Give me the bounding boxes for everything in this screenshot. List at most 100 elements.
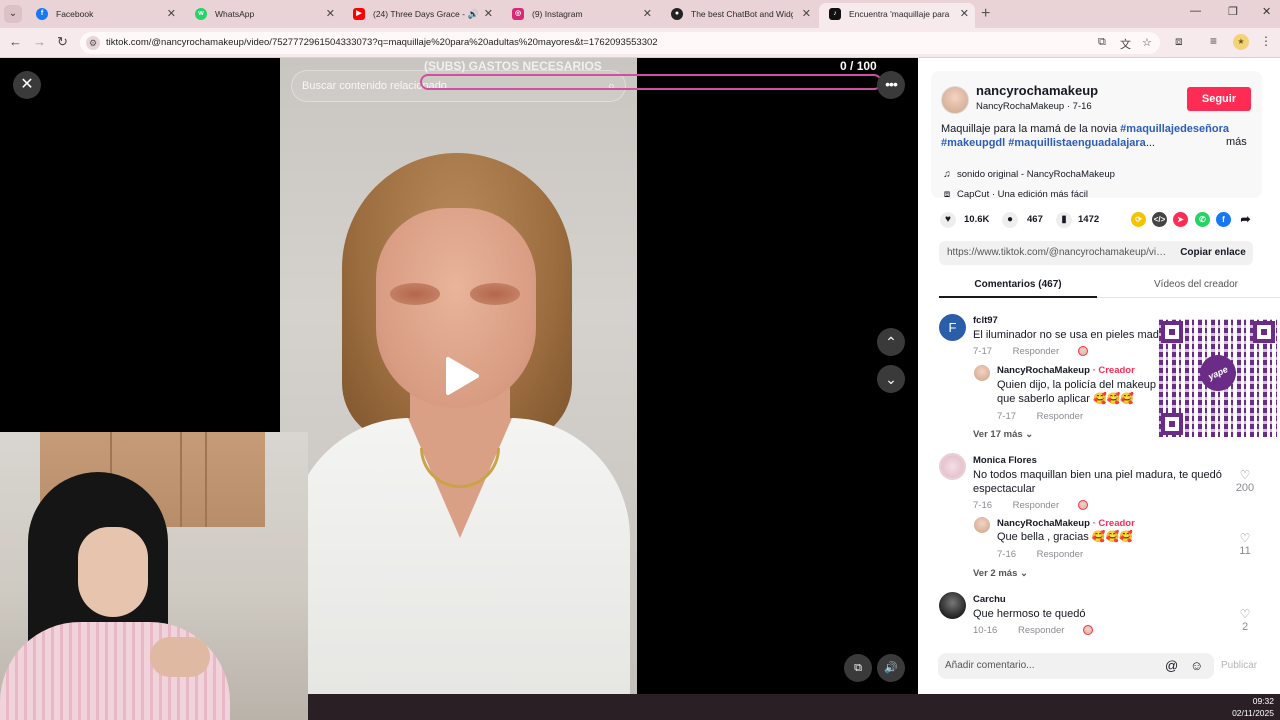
address-bar[interactable]: ⚙ tiktok.com/@nancyrochamakeup/video/752… <box>80 32 1160 54</box>
reply-avatar[interactable] <box>974 517 990 533</box>
reply-username[interactable]: NancyRochaMakeup · Creador <box>997 518 1135 529</box>
hashtag-link[interactable]: #makeupgdl <box>941 137 1005 149</box>
reply-button[interactable]: Responder <box>1037 549 1083 560</box>
reply-like[interactable]: ♡ 11 <box>1234 532 1256 558</box>
extensions-icon[interactable]: ⧈ <box>1175 34 1183 49</box>
hashtag-link[interactable]: #maquillistaenguadalajara <box>1008 137 1146 149</box>
repost-icon[interactable]: ⟳ <box>1131 212 1146 227</box>
heart-icon[interactable]: ♥ <box>940 212 956 228</box>
site-info-icon[interactable]: ⚙ <box>86 36 100 50</box>
embed-icon[interactable]: </> <box>1152 212 1167 227</box>
tab-tiktok[interactable]: ♪ Encuentra 'maquillaje para adu ✕ <box>819 3 975 28</box>
minimize-icon[interactable]: — <box>1190 5 1201 17</box>
reply-button[interactable]: Responder <box>1037 411 1083 422</box>
reply-username[interactable]: NancyRochaMakeup · Creador <box>997 365 1135 376</box>
send-to-friends-icon[interactable]: ➤ <box>1173 212 1188 227</box>
more-description-link[interactable]: más <box>1226 136 1247 148</box>
reply-button[interactable]: Responder <box>1013 346 1059 357</box>
comment-text: El iluminador no se usa en pieles mad <box>973 329 1159 341</box>
facebook-share-icon[interactable]: f <box>1216 212 1231 227</box>
emoji-icon[interactable]: ☺ <box>1190 658 1203 674</box>
tab-youtube[interactable]: ▶ (24) Three Days Grace - I H 🔊 ✕ <box>343 4 499 24</box>
install-app-icon[interactable]: ⧉ <box>1098 36 1106 49</box>
creator-liked-icon <box>1083 625 1094 636</box>
reload-icon[interactable]: ↻ <box>57 34 68 50</box>
tab-facebook[interactable]: f Facebook ✕ <box>26 4 182 24</box>
restore-icon[interactable]: ❐ <box>1228 5 1238 18</box>
menu-dots-icon[interactable]: ⋮ <box>1260 34 1272 48</box>
comment-username[interactable]: fclt97 <box>973 315 998 326</box>
bookmark-icon[interactable]: ▮ <box>1056 212 1072 228</box>
close-video-button[interactable]: ✕ <box>13 71 41 99</box>
mention-icon[interactable]: @ <box>1165 658 1178 674</box>
close-tab-icon[interactable]: ✕ <box>326 4 335 24</box>
whatsapp-icon: w <box>195 8 207 20</box>
reply-avatar[interactable] <box>974 365 990 381</box>
back-icon[interactable]: ← <box>9 34 22 50</box>
tab-creator-videos[interactable]: Vídeos del creador <box>1117 272 1275 298</box>
volume-icon[interactable]: 🔊 <box>877 654 905 682</box>
hashtag-link[interactable]: #maquillajedeseñora <box>1120 123 1229 135</box>
close-tab-icon[interactable]: ✕ <box>643 4 652 24</box>
next-video-button[interactable]: ⌄ <box>877 365 905 393</box>
comment-username[interactable]: Carchu <box>973 594 1006 605</box>
share-link-text[interactable]: https://www.tiktok.com/@nancyrochamakeup… <box>947 241 1169 265</box>
follow-button[interactable]: Seguir <box>1187 87 1251 111</box>
play-icon[interactable] <box>444 356 480 396</box>
whatsapp-share-icon[interactable]: ✆ <box>1195 212 1210 227</box>
view-more-replies[interactable]: Ver 17 más ⌄ <box>973 429 1033 440</box>
reply-user[interactable]: NancyRochaMakeup <box>997 365 1090 376</box>
view-more-replies[interactable]: Ver 2 más ⌄ <box>973 568 1028 579</box>
bookmark-star-icon[interactable]: ☆ <box>1142 36 1152 49</box>
screen: ⌄ f Facebook ✕ w WhatsApp ✕ ▶ (24) Three… <box>0 0 1280 720</box>
new-tab-icon[interactable]: + <box>981 4 990 24</box>
comment-icon[interactable]: ● <box>1002 212 1018 228</box>
media-control-icon[interactable]: ≡ <box>1210 34 1217 48</box>
tab-chatbot[interactable]: ● The best ChatBot and Widgets ✕ <box>661 4 817 24</box>
copy-link-button[interactable]: Copiar enlace <box>1173 241 1253 265</box>
forward-icon[interactable]: → <box>33 34 46 50</box>
sound-row[interactable]: ♫ sonido original - NancyRochaMakeup <box>941 169 1115 181</box>
close-window-icon[interactable]: ✕ <box>1262 5 1271 18</box>
close-tab-icon[interactable]: ✕ <box>960 3 969 25</box>
previous-video-button[interactable]: ⌃ <box>877 328 905 356</box>
close-tab-icon[interactable]: ✕ <box>802 4 811 24</box>
tab-search-icon[interactable]: ⌄ <box>4 5 22 23</box>
reply-text: Quien dijo, la policía del makeup que sa… <box>997 379 1156 405</box>
comment-avatar[interactable] <box>939 453 966 480</box>
comment-meta: 10-16 Responder <box>973 625 1094 636</box>
heart-outline-icon[interactable]: ♡ <box>1234 532 1256 545</box>
taskbar-clock[interactable]: 09:32 02/11/2025 <box>1232 695 1274 719</box>
close-tab-icon[interactable]: ✕ <box>484 4 493 24</box>
heart-outline-icon[interactable]: ♡ <box>1234 608 1256 621</box>
comment-like[interactable]: ♡ 2 <box>1234 608 1256 634</box>
reply-user[interactable]: NancyRochaMakeup <box>997 518 1090 529</box>
floating-player-icon[interactable]: ⧉ <box>844 654 872 682</box>
author-avatar[interactable] <box>941 86 969 114</box>
reply-button[interactable]: Responder <box>1018 625 1064 636</box>
tab-whatsapp[interactable]: w WhatsApp ✕ <box>185 4 341 24</box>
comment-username[interactable]: Monica Flores <box>973 455 1037 466</box>
tab-instagram[interactable]: ◎ (9) Instagram ✕ <box>502 4 658 24</box>
author-username[interactable]: nancyrochamakeup <box>976 83 1098 98</box>
translate-icon[interactable]: 文 <box>1120 36 1131 52</box>
more-options-button[interactable]: ••• <box>877 71 905 99</box>
share-arrow-icon[interactable]: ➦ <box>1238 212 1253 227</box>
capcut-row[interactable]: ⧈ CapCut · Una edición más fácil <box>941 189 1088 201</box>
tab-comments[interactable]: Comentarios (467) <box>939 272 1097 298</box>
comment-avatar[interactable]: F <box>939 314 966 341</box>
post-comment-button[interactable]: Publicar <box>1221 653 1257 679</box>
qr-finder <box>1253 321 1275 343</box>
author-display-name: NancyRochaMakeup · 7-16 <box>976 101 1092 112</box>
profile-avatar-icon[interactable]: ★ <box>1233 34 1249 50</box>
comment-avatar[interactable] <box>939 592 966 619</box>
comment-like[interactable]: ♡ 200 <box>1234 469 1256 495</box>
audio-playing-icon[interactable]: 🔊 <box>468 4 479 24</box>
comment-input[interactable]: Añadir comentario... @ ☺ <box>938 653 1214 679</box>
tab-title: (24) Three Days Grace - I H <box>373 9 465 19</box>
reply-button[interactable]: Responder <box>1013 500 1059 511</box>
heart-outline-icon[interactable]: ♡ <box>1234 469 1256 482</box>
description-text: Maquillaje para la mamá de la novia <box>941 123 1118 135</box>
yape-qr-code: yape <box>1159 319 1277 437</box>
close-tab-icon[interactable]: ✕ <box>167 4 176 24</box>
